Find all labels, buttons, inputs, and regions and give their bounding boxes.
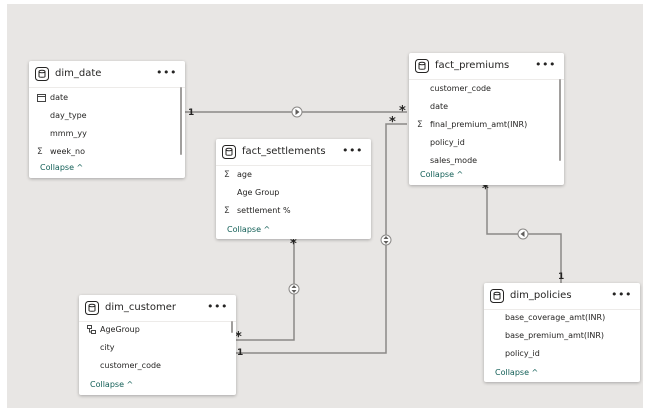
cardinality-many-label: * [399,104,406,119]
table-card-dim-policies[interactable]: dim_policies ••• base_coverage_amt(INR) … [484,283,640,382]
table-icon [85,301,99,315]
field-row[interactable]: sales_mode [409,152,564,170]
sigma-icon: Σ [224,206,230,216]
chevron-up-icon: ^ [531,368,539,377]
collapse-link[interactable]: Collapse ^ [40,162,83,174]
table-title: dim_policies [510,290,572,301]
table-icon [415,59,429,73]
table-title: fact_premiums [435,60,510,71]
table-card-fact-premiums[interactable]: fact_premiums ••• customer_code date Σ f… [409,53,564,185]
field-name: settlement % [237,206,291,215]
sigma-icon: Σ [37,147,43,157]
header-divider [29,87,185,88]
chevron-up-icon: ^ [456,170,464,179]
field-row[interactable]: customer_code [79,357,236,375]
field-name: sales_mode [430,156,478,165]
table-title: dim_date [55,68,102,79]
collapse-link[interactable]: Collapse ^ [227,224,270,236]
table-card-dim-date[interactable]: dim_date ••• date day_type mmm_yy Σ week… [29,61,185,178]
field-row[interactable]: base_premium_amt(INR) [484,327,640,345]
table-card-header[interactable]: fact_settlements ••• [216,139,371,165]
cardinality-many-label: * [235,330,242,345]
field-name: policy_id [505,349,540,358]
field-list: date day_type mmm_yy Σ week_no [29,89,185,161]
field-row[interactable]: AgeGroup [79,321,236,339]
field-row[interactable]: date [29,89,185,107]
field-list: Σ age Age Group Σ settlement % [216,166,371,220]
field-row[interactable]: Σ age [216,166,371,184]
field-name: policy_id [430,138,465,147]
cardinality-one-label: 1 [558,272,565,282]
field-name: base_premium_amt(INR) [505,331,605,340]
field-name: age [237,170,252,179]
sigma-icon: Σ [417,120,423,130]
hierarchy-icon [87,321,97,341]
field-row[interactable]: Σ final_premium_amt(INR) [409,116,564,134]
field-row[interactable]: Age Group [216,184,371,202]
calendar-icon [37,89,47,109]
field-name: week_no [50,147,85,156]
cardinality-one-label: 1 [237,348,244,358]
field-name: date [50,93,69,102]
field-list: base_coverage_amt(INR) base_premium_amt(… [484,309,640,363]
field-name: customer_code [100,361,161,370]
table-card-header[interactable]: dim_customer ••• [79,295,236,321]
field-list: AgeGroup city customer_code [79,321,236,375]
scrollbar[interactable] [180,87,182,155]
field-row[interactable]: customer_code [409,80,564,98]
table-card-header[interactable]: fact_premiums ••• [409,53,564,79]
more-options-icon[interactable]: ••• [535,58,556,72]
field-name: final_premium_amt(INR) [430,120,528,129]
cardinality-many-label: * [290,237,297,252]
field-row[interactable]: mmm_yy [29,125,185,143]
field-name: city [100,343,115,352]
table-icon [490,289,504,303]
field-name: Age Group [237,188,280,197]
more-options-icon[interactable]: ••• [156,66,177,80]
table-card-header[interactable]: dim_policies ••• [484,283,640,309]
field-row[interactable]: date [409,98,564,116]
field-row[interactable]: base_coverage_amt(INR) [484,309,640,327]
field-row[interactable]: Σ settlement % [216,202,371,220]
field-name: customer_code [430,84,491,93]
table-card-dim-customer[interactable]: dim_customer ••• AgeGroup city customer_… [79,295,236,395]
chevron-up-icon: ^ [76,163,84,172]
scrollbar[interactable] [231,321,233,333]
field-name: AgeGroup [100,325,140,334]
field-row[interactable]: policy_id [409,134,564,152]
more-options-icon[interactable]: ••• [207,300,228,314]
field-row[interactable]: policy_id [484,345,640,363]
collapse-link[interactable]: Collapse ^ [420,169,463,181]
sigma-icon: Σ [224,170,230,180]
chevron-up-icon: ^ [263,225,271,234]
field-name: mmm_yy [50,129,87,138]
scrollbar[interactable] [559,79,561,161]
chevron-up-icon: ^ [126,380,134,389]
table-card-fact-settlements[interactable]: fact_settlements ••• Σ age Age Group Σ s… [216,139,371,239]
table-icon [222,145,236,159]
cardinality-many-label: * [482,182,489,197]
more-options-icon[interactable]: ••• [342,144,363,158]
table-title: fact_settlements [242,146,326,157]
field-row[interactable]: day_type [29,107,185,125]
cardinality-many-label: * [389,115,396,130]
table-card-header[interactable]: dim_date ••• [29,61,185,87]
field-list: customer_code date Σ final_premium_amt(I… [409,80,564,170]
field-name: day_type [50,111,87,120]
field-name: base_coverage_amt(INR) [505,313,606,322]
table-icon [35,67,49,81]
more-options-icon[interactable]: ••• [611,288,632,302]
field-row[interactable]: Σ week_no [29,143,185,161]
table-title: dim_customer [105,302,176,313]
field-row[interactable]: city [79,339,236,357]
collapse-link[interactable]: Collapse ^ [90,379,133,391]
field-name: date [430,102,449,111]
cardinality-one-label: 1 [188,108,195,118]
collapse-link[interactable]: Collapse ^ [495,367,538,379]
